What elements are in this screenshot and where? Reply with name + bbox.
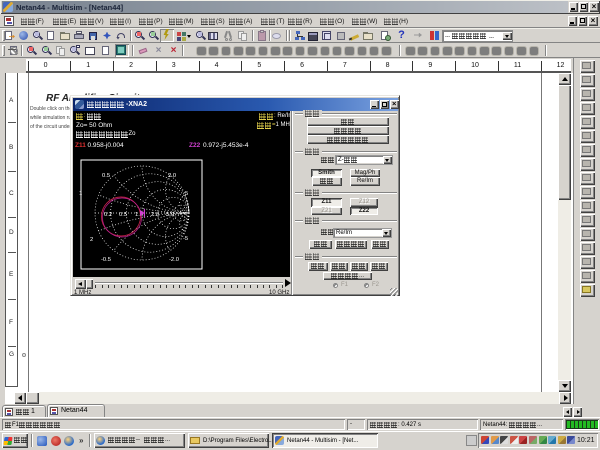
svg-text:5.0: 5.0 <box>166 212 174 218</box>
svg-text:5: 5 <box>185 191 188 197</box>
svg-text:0.5: 0.5 <box>102 173 110 179</box>
svg-text:2: 2 <box>90 237 93 243</box>
svg-text:-2.0: -2.0 <box>169 257 179 263</box>
svg-text:0.5: 0.5 <box>119 212 127 218</box>
svg-text:1: 1 <box>79 191 82 197</box>
svg-text:2.0: 2.0 <box>151 212 159 218</box>
svg-text:-0.5: -0.5 <box>101 257 111 263</box>
svg-text:0.2: 0.2 <box>104 212 112 218</box>
svg-text:2.0: 2.0 <box>168 173 176 179</box>
svg-text:-5: -5 <box>183 236 188 242</box>
